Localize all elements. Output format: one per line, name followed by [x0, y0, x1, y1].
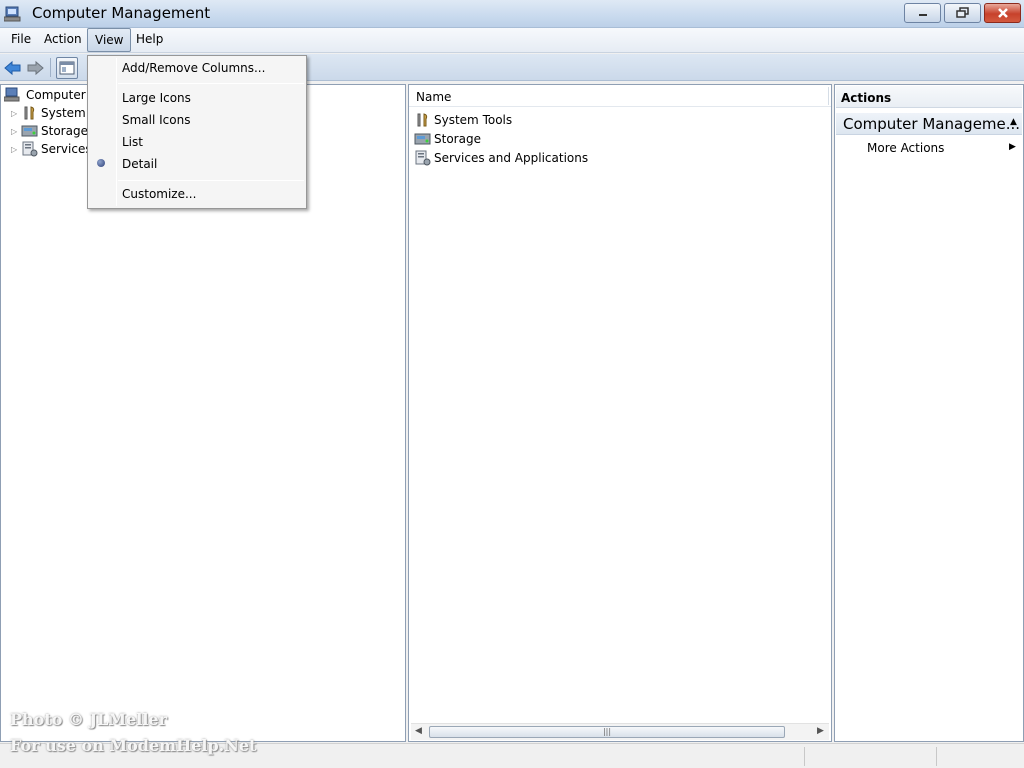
scroll-left-icon[interactable]: ◀	[415, 726, 422, 736]
watermark-line-1: Photo © JLMeller	[10, 710, 168, 729]
menu-gutter	[116, 58, 117, 206]
horizontal-scrollbar[interactable]: ◀ ||| ▶	[411, 723, 829, 740]
restore-button[interactable]	[944, 3, 981, 23]
radio-bullet-icon	[97, 159, 105, 167]
tree-item-services[interactable]: ▷ Services	[11, 140, 92, 158]
list-item-label: System Tools	[434, 113, 513, 127]
tree-item-system-tools[interactable]: ▷ System	[11, 104, 86, 122]
close-button[interactable]	[984, 3, 1021, 23]
expand-arrow-icon[interactable]: ▷	[11, 145, 21, 154]
close-icon	[997, 8, 1008, 18]
actions-group-header[interactable]: Computer Manageme... ▲	[836, 113, 1022, 135]
forward-arrow-icon	[27, 60, 44, 76]
scroll-right-icon[interactable]: ▶	[817, 726, 824, 736]
menu-help[interactable]: Help	[129, 28, 170, 52]
actions-pane: Actions Computer Manageme... ▲ More Acti…	[834, 84, 1024, 742]
view-menu-dropdown: Add/Remove Columns... Large Icons Small …	[87, 55, 307, 209]
computer-management-icon	[4, 87, 20, 102]
menu-view[interactable]: View	[87, 28, 132, 52]
collapse-up-icon[interactable]: ▲	[1010, 117, 1017, 127]
menu-separator	[118, 180, 304, 181]
tree-item-label: Services	[41, 142, 92, 156]
scrollbar-thumb[interactable]: |||	[429, 726, 785, 738]
status-divider	[804, 747, 805, 766]
menu-item-small-icons[interactable]: Small Icons	[122, 110, 190, 130]
tree-item-label: System	[41, 106, 86, 120]
more-actions-label: More Actions	[867, 141, 945, 155]
storage-icon	[21, 125, 38, 137]
menu-bar: File Action View Help	[0, 28, 1024, 53]
menu-item-detail[interactable]: Detail	[122, 154, 157, 174]
menu-action[interactable]: Action	[37, 28, 89, 52]
services-icon	[415, 150, 431, 166]
list-item[interactable]: Storage	[414, 130, 481, 148]
title-bar: Computer Management	[0, 0, 1024, 28]
menu-file[interactable]: File	[4, 28, 38, 52]
actions-header: Actions	[836, 86, 1022, 108]
menu-item-customize[interactable]: Customize...	[122, 184, 196, 204]
show-hide-console-tree-button[interactable]	[56, 57, 78, 79]
column-header-label: Name	[416, 90, 452, 104]
column-divider[interactable]	[828, 87, 829, 105]
list-item[interactable]: System Tools	[414, 111, 512, 129]
menu-item-add-remove-columns[interactable]: Add/Remove Columns...	[122, 58, 265, 78]
list-item[interactable]: Services and Applications	[414, 149, 588, 167]
submenu-arrow-icon: ▶	[1009, 142, 1016, 152]
more-actions-link[interactable]: More Actions ▶	[867, 141, 1021, 157]
actions-group-title: Computer Manageme...	[843, 115, 1021, 133]
back-arrow-icon	[4, 60, 21, 76]
expand-arrow-icon[interactable]: ▷	[11, 109, 21, 118]
watermark-line-2: For use on ModemHelp.Net	[10, 736, 257, 755]
back-button[interactable]	[2, 57, 24, 79]
tools-icon	[24, 106, 35, 120]
list-item-label: Services and Applications	[434, 151, 589, 165]
column-header-name[interactable]: Name	[409, 85, 831, 107]
actions-header-label: Actions	[841, 91, 892, 105]
results-pane: Name System Tools Storage Services and A…	[408, 84, 832, 742]
console-tree-icon	[59, 61, 75, 75]
storage-icon	[414, 133, 431, 145]
expand-arrow-icon[interactable]: ▷	[11, 127, 21, 136]
forward-button[interactable]	[24, 57, 46, 79]
tools-icon	[417, 113, 428, 127]
window-title: Computer Management	[32, 4, 211, 22]
list-item-label: Storage	[434, 132, 481, 146]
status-divider	[936, 747, 937, 766]
services-icon	[22, 141, 38, 157]
minimize-button[interactable]	[904, 3, 941, 23]
menu-item-large-icons[interactable]: Large Icons	[122, 88, 191, 108]
toolbar-separator	[50, 58, 51, 77]
minimize-icon	[918, 14, 927, 16]
menu-item-list[interactable]: List	[122, 132, 143, 152]
computer-management-icon	[4, 6, 21, 22]
menu-separator	[118, 83, 304, 84]
restore-icon	[955, 7, 969, 18]
tree-item-storage[interactable]: ▷ Storage	[11, 122, 88, 140]
tree-item-label: Storage	[41, 124, 88, 138]
